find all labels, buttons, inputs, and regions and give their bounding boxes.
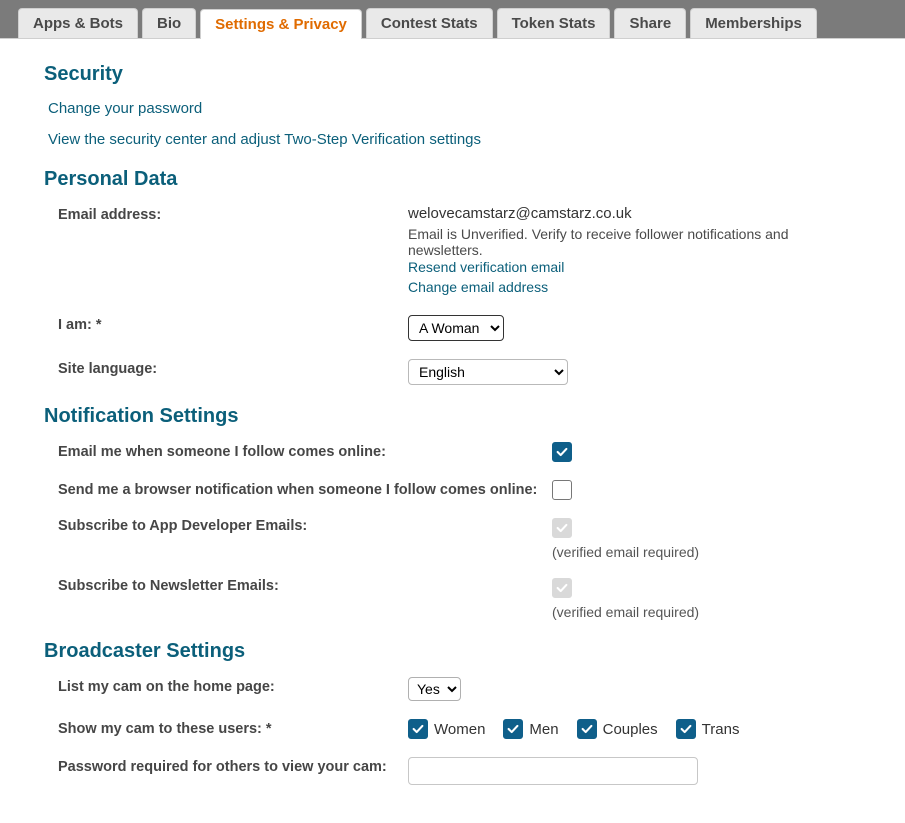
show-cam-men-label: Men xyxy=(529,721,558,738)
tab-bio[interactable]: Bio xyxy=(142,8,196,38)
dev-emails-checkbox xyxy=(552,518,572,538)
tab-contest-stats[interactable]: Contest Stats xyxy=(366,8,493,38)
broadcaster-settings-heading: Broadcaster Settings xyxy=(44,640,867,663)
show-cam-women-checkbox[interactable] xyxy=(408,719,428,739)
tab-settings-privacy[interactable]: Settings & Privacy xyxy=(200,9,362,39)
check-icon xyxy=(506,722,520,736)
settings-content: Security Change your password View the s… xyxy=(0,39,905,813)
tab-apps-bots[interactable]: Apps & Bots xyxy=(18,8,138,38)
tab-bar: Apps & Bots Bio Settings & Privacy Conte… xyxy=(0,0,905,39)
resend-verification-link[interactable]: Resend verification email xyxy=(408,258,867,278)
change-email-link[interactable]: Change email address xyxy=(408,278,867,298)
tab-token-stats[interactable]: Token Stats xyxy=(497,8,611,38)
newsletter-required-note: (verified email required) xyxy=(552,604,699,620)
dev-emails-required-note: (verified email required) xyxy=(552,544,699,560)
iam-select[interactable]: A Woman xyxy=(408,315,504,341)
email-follow-checkbox[interactable] xyxy=(552,442,572,462)
list-cam-select[interactable]: Yes xyxy=(408,677,461,701)
check-icon xyxy=(580,722,594,736)
email-follow-label: Email me when someone I follow comes onl… xyxy=(58,444,552,460)
check-icon xyxy=(679,722,693,736)
site-language-select[interactable]: English xyxy=(408,359,568,385)
email-address-value: welovecamstarz@camstarz.co.uk xyxy=(408,205,867,222)
show-cam-trans-label: Trans xyxy=(702,721,740,738)
change-password-link[interactable]: Change your password xyxy=(48,100,867,117)
site-language-label: Site language: xyxy=(58,359,408,377)
cam-password-input[interactable] xyxy=(408,757,698,785)
show-cam-label: Show my cam to these users: * xyxy=(58,719,408,737)
iam-label: I am: * xyxy=(58,315,408,333)
show-cam-couples-label: Couples xyxy=(603,721,658,738)
show-cam-women-label: Women xyxy=(434,721,485,738)
cam-password-label: Password required for others to view you… xyxy=(58,757,408,775)
list-cam-label: List my cam on the home page: xyxy=(58,677,408,695)
newsletter-label: Subscribe to Newsletter Emails: xyxy=(58,578,552,594)
check-icon xyxy=(555,521,569,535)
show-cam-trans-checkbox[interactable] xyxy=(676,719,696,739)
check-icon xyxy=(555,445,569,459)
tab-memberships[interactable]: Memberships xyxy=(690,8,817,38)
security-center-link[interactable]: View the security center and adjust Two-… xyxy=(48,131,867,148)
browser-follow-checkbox[interactable] xyxy=(552,480,572,500)
personal-data-heading: Personal Data xyxy=(44,168,867,191)
email-status-text: Email is Unverified. Verify to receive f… xyxy=(408,226,867,258)
dev-emails-label: Subscribe to App Developer Emails: xyxy=(58,518,552,534)
email-address-label: Email address: xyxy=(58,205,408,223)
show-cam-men-checkbox[interactable] xyxy=(503,719,523,739)
tab-share[interactable]: Share xyxy=(614,8,686,38)
security-heading: Security xyxy=(44,63,867,86)
check-icon xyxy=(555,581,569,595)
notification-settings-heading: Notification Settings xyxy=(44,405,867,428)
newsletter-checkbox xyxy=(552,578,572,598)
show-cam-couples-checkbox[interactable] xyxy=(577,719,597,739)
check-icon xyxy=(411,722,425,736)
browser-follow-label: Send me a browser notification when some… xyxy=(58,482,552,498)
